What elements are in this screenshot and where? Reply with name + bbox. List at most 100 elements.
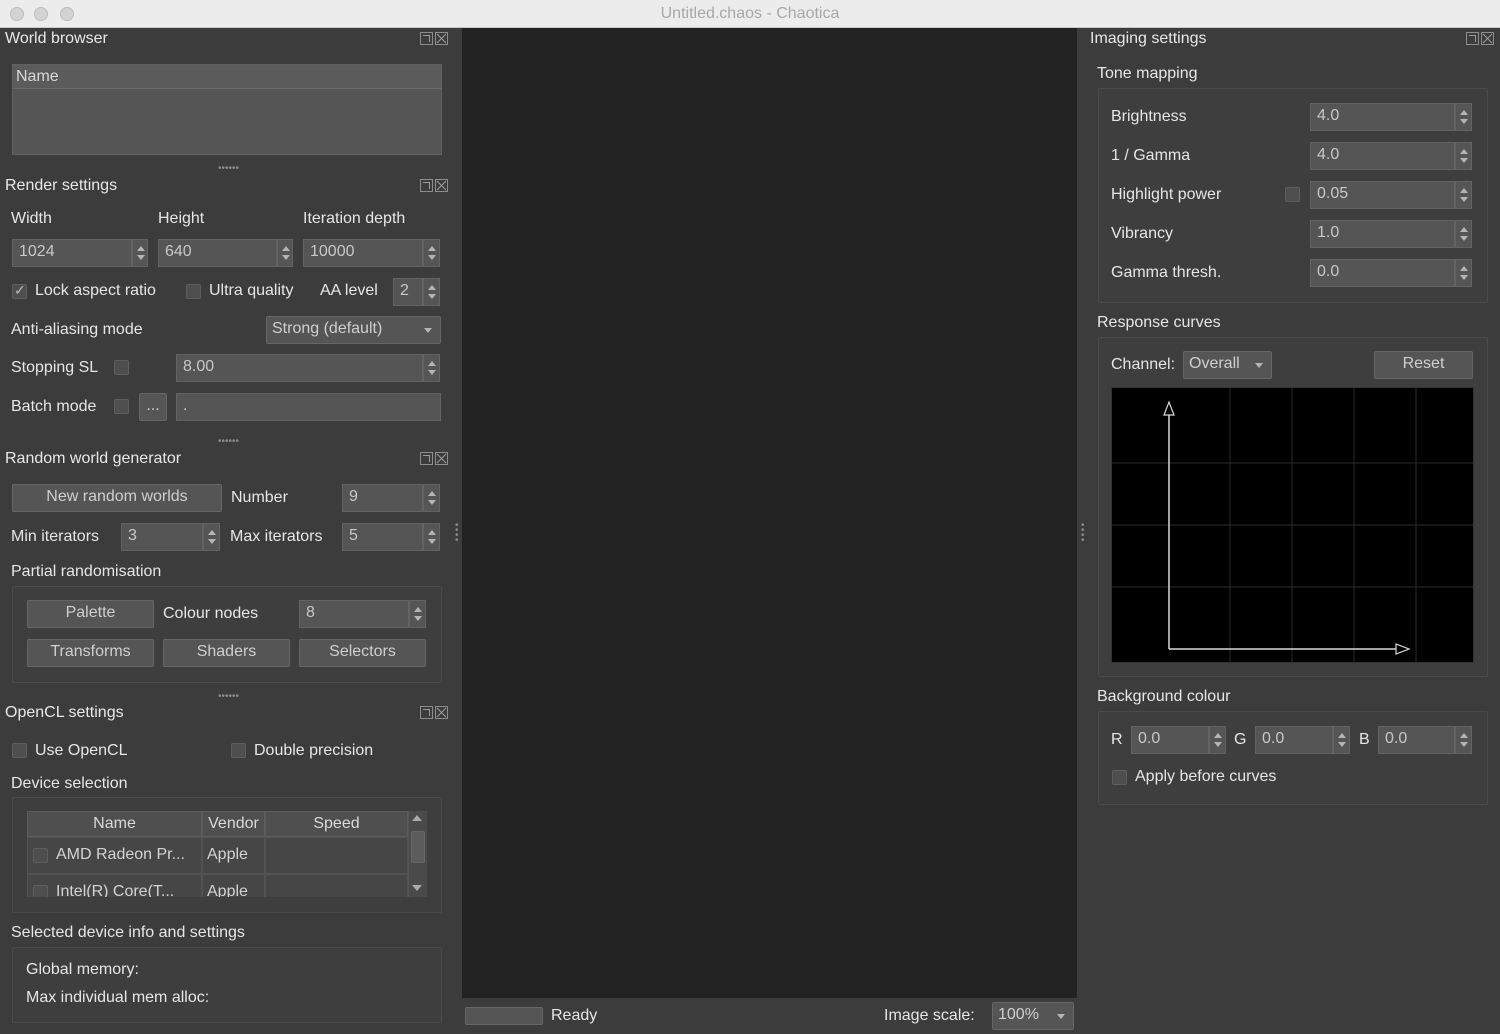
device-table[interactable]: Name Vendor Speed AMD Radeon Pr... Apple…: [27, 811, 427, 897]
vibrancy-stepper[interactable]: [1455, 220, 1472, 248]
scroll-down-icon[interactable]: [412, 885, 422, 891]
close-icon[interactable]: [1481, 32, 1494, 45]
device-row-vendor[interactable]: Apple: [202, 874, 265, 897]
float-icon[interactable]: [420, 179, 433, 192]
opencl-title: OpenCL settings: [5, 704, 124, 721]
selectors-button[interactable]: Selectors: [299, 639, 426, 667]
close-icon[interactable]: [435, 179, 448, 192]
device-row-checkbox[interactable]: [33, 848, 48, 863]
background-colour-label: Background colour: [1097, 688, 1231, 705]
ultra-quality-checkbox[interactable]: [186, 284, 201, 299]
apply-before-curves-label: Apply before curves: [1135, 768, 1277, 785]
number-input[interactable]: 9: [342, 484, 423, 512]
batch-path-input[interactable]: .: [176, 393, 441, 421]
gamma-input[interactable]: 4.0: [1310, 142, 1455, 170]
highlight-power-stepper[interactable]: [1455, 181, 1472, 209]
r-stepper[interactable]: [1209, 726, 1226, 754]
channel-label: Channel:: [1111, 356, 1176, 373]
curve-grid[interactable]: [1112, 388, 1473, 662]
opencl-dock-buttons: [418, 706, 450, 720]
g-stepper[interactable]: [1333, 726, 1350, 754]
render-settings-title: Render settings: [5, 177, 118, 194]
iteration-depth-stepper[interactable]: [423, 239, 440, 267]
response-curve-editor[interactable]: [1111, 387, 1474, 663]
stopping-sl-checkbox[interactable]: [114, 360, 129, 375]
min-iterators-label: Min iterators: [11, 528, 100, 545]
batch-browse-button[interactable]: ...: [139, 393, 167, 421]
number-stepper[interactable]: [423, 484, 440, 512]
device-row-name[interactable]: Intel(R) Core(T...: [27, 874, 202, 897]
aa-level-input[interactable]: 2: [393, 278, 423, 306]
global-memory-label: Global memory:: [26, 961, 139, 978]
close-icon[interactable]: [435, 706, 448, 719]
batch-mode-checkbox[interactable]: [114, 399, 129, 414]
min-iterators-stepper[interactable]: [203, 523, 220, 551]
height-input[interactable]: 640: [158, 239, 277, 267]
channel-select[interactable]: Overall: [1183, 351, 1272, 379]
render-viewport[interactable]: [462, 28, 1077, 998]
aa-mode-label: Anti-aliasing mode: [11, 321, 143, 338]
palette-button[interactable]: Palette: [27, 600, 154, 628]
width-stepper[interactable]: [132, 239, 148, 267]
image-scale-select[interactable]: 100%: [992, 1002, 1074, 1030]
splitter-handle[interactable]: ••••••: [218, 436, 239, 447]
max-iterators-input[interactable]: 5: [342, 523, 423, 551]
world-list-header-name[interactable]: Name: [13, 65, 441, 89]
float-icon[interactable]: [420, 32, 433, 45]
gamma-stepper[interactable]: [1455, 142, 1472, 170]
device-row-vendor[interactable]: Apple: [202, 837, 265, 874]
colour-nodes-input[interactable]: 8: [299, 600, 409, 628]
gamma-thresh-label: Gamma thresh.: [1111, 264, 1222, 281]
device-row-checkbox[interactable]: [33, 885, 48, 897]
vibrancy-input[interactable]: 1.0: [1310, 220, 1455, 248]
aa-mode-select[interactable]: Strong (default): [266, 316, 441, 344]
float-icon[interactable]: [420, 706, 433, 719]
device-col-name[interactable]: Name: [27, 811, 202, 837]
aa-level-stepper[interactable]: [423, 278, 440, 306]
number-label: Number: [231, 489, 288, 506]
use-opencl-checkbox[interactable]: [12, 743, 27, 758]
new-random-worlds-button[interactable]: New random worlds: [12, 484, 222, 512]
float-icon[interactable]: [420, 452, 433, 465]
device-row-speed[interactable]: [265, 874, 408, 897]
double-precision-checkbox[interactable]: [231, 743, 246, 758]
float-icon[interactable]: [1466, 32, 1479, 45]
r-input[interactable]: 0.0: [1131, 726, 1209, 754]
stopping-sl-input[interactable]: 8.00: [176, 354, 423, 382]
device-row-speed[interactable]: [265, 837, 408, 874]
transforms-button[interactable]: Transforms: [27, 639, 154, 667]
brightness-input[interactable]: 4.0: [1310, 103, 1455, 131]
b-input[interactable]: 0.0: [1378, 726, 1455, 754]
width-input[interactable]: 1024: [12, 239, 132, 267]
scrollbar-thumb[interactable]: [411, 831, 425, 863]
device-table-scrollbar[interactable]: [408, 811, 427, 897]
iteration-depth-input[interactable]: 10000: [303, 239, 423, 267]
reset-curves-button[interactable]: Reset: [1374, 351, 1473, 379]
close-icon[interactable]: [435, 32, 448, 45]
shaders-button[interactable]: Shaders: [163, 639, 290, 667]
world-list[interactable]: Name: [12, 64, 442, 155]
stopping-sl-stepper[interactable]: [423, 354, 440, 382]
min-iterators-input[interactable]: 3: [121, 523, 203, 551]
gamma-thresh-stepper[interactable]: [1455, 259, 1472, 287]
gamma-thresh-input[interactable]: 0.0: [1310, 259, 1455, 287]
highlight-power-input[interactable]: 0.05: [1310, 181, 1455, 209]
device-row-name[interactable]: AMD Radeon Pr...: [27, 837, 202, 874]
brightness-stepper[interactable]: [1455, 103, 1472, 131]
highlight-power-checkbox[interactable]: [1285, 187, 1300, 202]
max-iterators-stepper[interactable]: [423, 523, 440, 551]
b-stepper[interactable]: [1455, 726, 1472, 754]
height-stepper[interactable]: [277, 239, 293, 267]
lock-aspect-checkbox[interactable]: [12, 282, 27, 299]
close-icon[interactable]: [435, 452, 448, 465]
splitter-handle[interactable]: ••••••: [218, 163, 239, 174]
device-col-speed[interactable]: Speed: [265, 811, 408, 837]
device-col-vendor[interactable]: Vendor: [202, 811, 265, 837]
apply-before-curves-checkbox[interactable]: [1112, 770, 1127, 785]
g-input[interactable]: 0.0: [1255, 726, 1333, 754]
right-splitter-handle[interactable]: • • • •: [1081, 521, 1085, 546]
splitter-handle[interactable]: ••••••: [218, 691, 239, 702]
scroll-up-icon[interactable]: [412, 815, 422, 821]
colour-nodes-stepper[interactable]: [409, 600, 426, 628]
left-splitter-handle[interactable]: • • • •: [455, 521, 459, 546]
